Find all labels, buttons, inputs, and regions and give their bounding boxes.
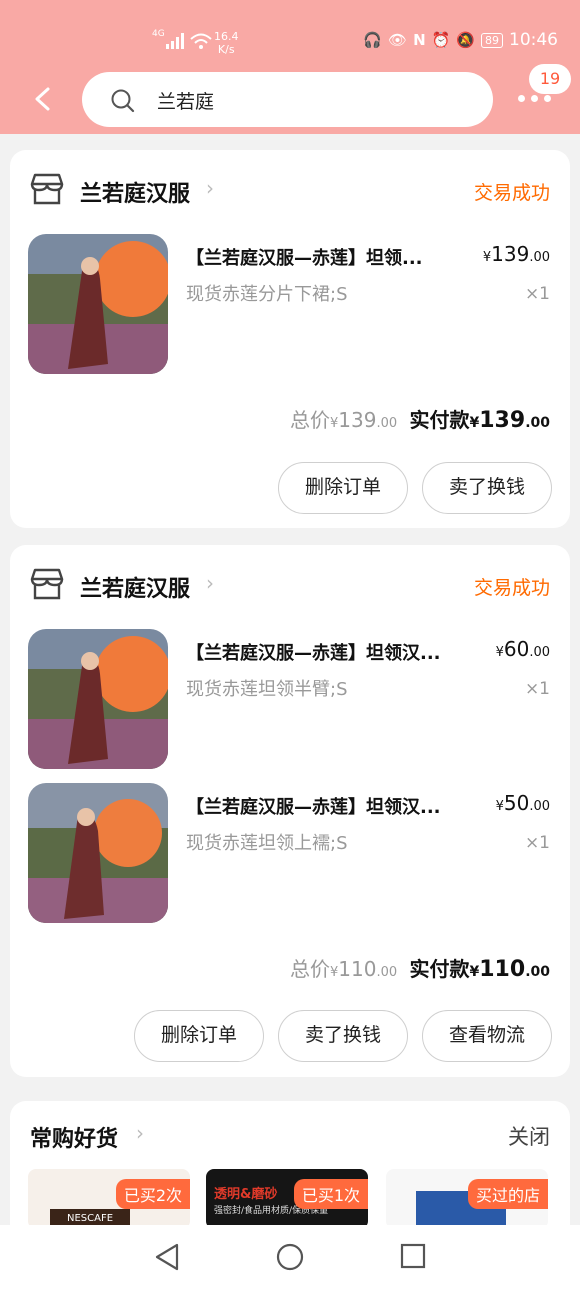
clock: 10:46 <box>509 30 558 50</box>
shop-icon <box>30 173 64 205</box>
product-brand: 透明&磨砂 <box>214 1187 278 1202</box>
order-card: 兰若庭汉服 › 交易成功 【兰若庭汉服—赤莲】坦领... ¥139.00 现货赤… <box>10 150 570 528</box>
order-card: 兰若庭汉服 › 交易成功 【兰若庭汉服—赤莲】坦领汉... ¥60.00 现货赤… <box>10 545 570 1077</box>
product-price: ¥60.00 <box>496 637 550 661</box>
shop-name[interactable]: 兰若庭汉服 <box>80 571 190 603</box>
view-logistics-button[interactable]: 查看物流 <box>422 1010 552 1062</box>
delete-order-button[interactable]: 删除订单 <box>278 462 408 514</box>
product-thumbnail[interactable] <box>28 629 168 769</box>
product-sku: 现货赤莲分片下裙;S <box>186 284 348 305</box>
section-title[interactable]: 常购好货 <box>30 1121 118 1153</box>
order-status: 交易成功 <box>473 577 550 599</box>
paid-dec: .00 <box>525 415 550 431</box>
search-bar[interactable]: 兰若庭 <box>82 72 493 127</box>
total-label: 总价 <box>289 957 330 981</box>
frequent-item[interactable]: NESCAFE 已买2次 <box>28 1169 190 1229</box>
system-nav-bar <box>0 1225 580 1289</box>
price-dec: .00 <box>529 250 550 265</box>
total-dec: .00 <box>376 416 398 431</box>
resell-button[interactable]: 卖了换钱 <box>422 462 552 514</box>
purchase-count-tag: 已买2次 <box>115 1179 190 1209</box>
chevron-right-icon[interactable]: › <box>136 1121 144 1145</box>
nfc-icon: N <box>413 31 426 49</box>
signal-indicator: 4G <box>152 29 165 39</box>
currency-symbol: ¥ <box>469 964 480 980</box>
total-value: 139.00 <box>338 408 397 432</box>
chevron-right-icon[interactable]: › <box>206 571 214 595</box>
price-int: 50 <box>503 791 530 815</box>
product-sku: 现货赤莲坦领上襦;S <box>186 833 348 854</box>
product-price: ¥50.00 <box>496 791 550 815</box>
resell-button[interactable]: 卖了换钱 <box>278 1010 408 1062</box>
back-nav-icon[interactable] <box>153 1242 181 1272</box>
paid-int: 110 <box>479 957 526 982</box>
shop-name[interactable]: 兰若庭汉服 <box>80 176 190 208</box>
product-title[interactable]: 【兰若庭汉服—赤莲】坦领汉... <box>186 793 441 819</box>
headset-icon: 🎧 <box>363 31 383 49</box>
delete-order-button[interactable]: 删除订单 <box>134 1010 264 1062</box>
order-total: 总价¥110.00 实付款¥110.00 <box>290 953 550 982</box>
order-total: 总价¥139.00 实付款¥139.00 <box>290 404 550 433</box>
product-qty: ×1 <box>524 679 550 699</box>
shop-icon <box>30 568 64 600</box>
wifi-icon <box>190 33 212 49</box>
paid-value: 110.00 <box>479 957 550 982</box>
search-icon <box>111 89 135 113</box>
order-status: 交易成功 <box>473 182 550 204</box>
back-arrow-icon[interactable] <box>30 86 56 112</box>
more-dots-icon <box>518 95 525 102</box>
currency-symbol: ¥ <box>482 250 492 265</box>
paid-label: 实付款 <box>409 408 470 432</box>
status-bar: 4G 16.4 K/s 🎧 👁 N ⏰ 🔕 89 10:46 <box>0 0 580 66</box>
price-int: 60 <box>503 637 530 661</box>
more-dot <box>531 95 538 102</box>
paid-label: 实付款 <box>409 957 470 981</box>
total-int: 139 <box>338 408 377 432</box>
eye-icon: 👁 <box>388 31 408 49</box>
product-sku: 现货赤莲坦领半臂;S <box>186 679 348 700</box>
currency-symbol: ¥ <box>495 799 504 814</box>
product-price: ¥139.00 <box>483 242 550 266</box>
paid-int: 139 <box>479 408 526 433</box>
currency-symbol: ¥ <box>469 415 480 431</box>
total-dec: .00 <box>376 965 398 980</box>
frequent-item[interactable]: 买过的店 <box>386 1169 548 1229</box>
net-speed-unit: K/s <box>217 43 235 56</box>
product-thumbnail[interactable] <box>28 234 168 374</box>
search-input[interactable]: 兰若庭 <box>157 87 214 114</box>
product-title[interactable]: 【兰若庭汉服—赤莲】坦领... <box>186 244 423 270</box>
paid-value: 139.00 <box>479 408 550 433</box>
total-int: 110 <box>338 957 377 981</box>
currency-symbol: ¥ <box>495 645 504 660</box>
battery-indicator: 89 <box>481 32 503 48</box>
home-nav-icon[interactable] <box>275 1242 305 1272</box>
status-right: 🎧 👁 N ⏰ 🔕 89 10:46 <box>363 30 558 50</box>
net-speed-value: 16.4 <box>214 30 239 43</box>
chevron-right-icon[interactable]: › <box>206 176 214 200</box>
more-dot <box>544 95 551 102</box>
recents-nav-icon[interactable] <box>399 1242 427 1270</box>
product-thumbnail[interactable] <box>28 783 168 923</box>
top-header: 4G 16.4 K/s 🎧 👁 N ⏰ 🔕 89 10:46 兰若庭 19 <box>0 0 580 134</box>
product-title[interactable]: 【兰若庭汉服—赤莲】坦领汉... <box>186 639 441 665</box>
price-dec: .00 <box>529 645 550 660</box>
net-speed: 16.4 K/s <box>214 30 239 56</box>
product-qty: ×1 <box>524 284 550 304</box>
close-button[interactable]: 关闭 <box>508 1121 550 1151</box>
paid-dec: .00 <box>525 964 550 980</box>
purchase-count-tag: 已买1次 <box>293 1179 368 1209</box>
alarm-icon: ⏰ <box>431 31 451 49</box>
signal-bars-icon <box>166 33 184 49</box>
message-badge: 19 <box>529 64 571 94</box>
total-value: 110.00 <box>338 957 397 981</box>
product-qty: ×1 <box>524 833 550 853</box>
price-int: 139 <box>491 242 530 266</box>
frequent-item[interactable]: 透明&磨砂 强密封/食品用材质/保质保量 已买1次 <box>206 1169 368 1229</box>
mute-icon: 🔕 <box>456 31 475 49</box>
purchased-store-tag: 买过的店 <box>467 1179 548 1209</box>
price-dec: .00 <box>529 799 550 814</box>
total-label: 总价 <box>289 408 330 432</box>
